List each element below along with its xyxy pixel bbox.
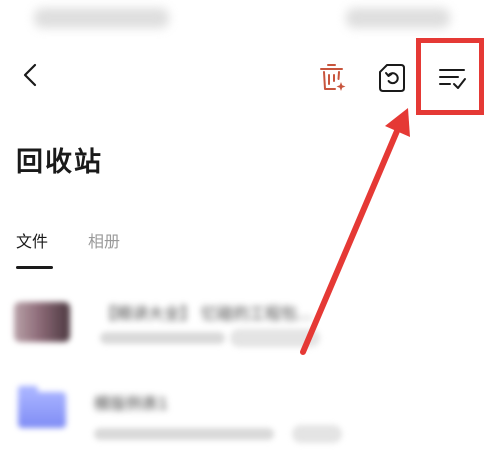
list-item[interactable]: 【精讲大全】 忆碰的工程包...: [0, 282, 488, 362]
page-title: 回收站: [16, 147, 103, 178]
chevron-left-icon: [23, 63, 37, 87]
status-bar-right: [346, 8, 450, 28]
restore-file-icon: [379, 64, 405, 92]
tab-active-indicator: [16, 266, 53, 269]
list-item[interactable]: 模版例表1: [0, 374, 488, 454]
restore-button[interactable]: [376, 62, 408, 94]
file-name: 模版例表1: [94, 394, 169, 413]
file-name: 【精讲大全】 忆碰的工程包...: [100, 304, 313, 323]
file-meta: [100, 332, 225, 344]
file-meta-chip: [230, 329, 320, 347]
tab-album[interactable]: 相册: [88, 228, 120, 252]
multi-select-button[interactable]: [436, 62, 468, 94]
file-meta: [94, 428, 274, 440]
clear-trash-button[interactable]: [316, 62, 348, 94]
file-meta-chip: [292, 425, 342, 443]
folder-icon: [18, 386, 66, 428]
trash-sparkle-icon: [320, 64, 346, 91]
back-button[interactable]: [16, 60, 46, 90]
tab-files[interactable]: 文件: [16, 228, 48, 252]
file-thumbnail: [14, 302, 70, 342]
select-list-icon: [439, 69, 466, 89]
status-bar-left: [34, 8, 169, 28]
